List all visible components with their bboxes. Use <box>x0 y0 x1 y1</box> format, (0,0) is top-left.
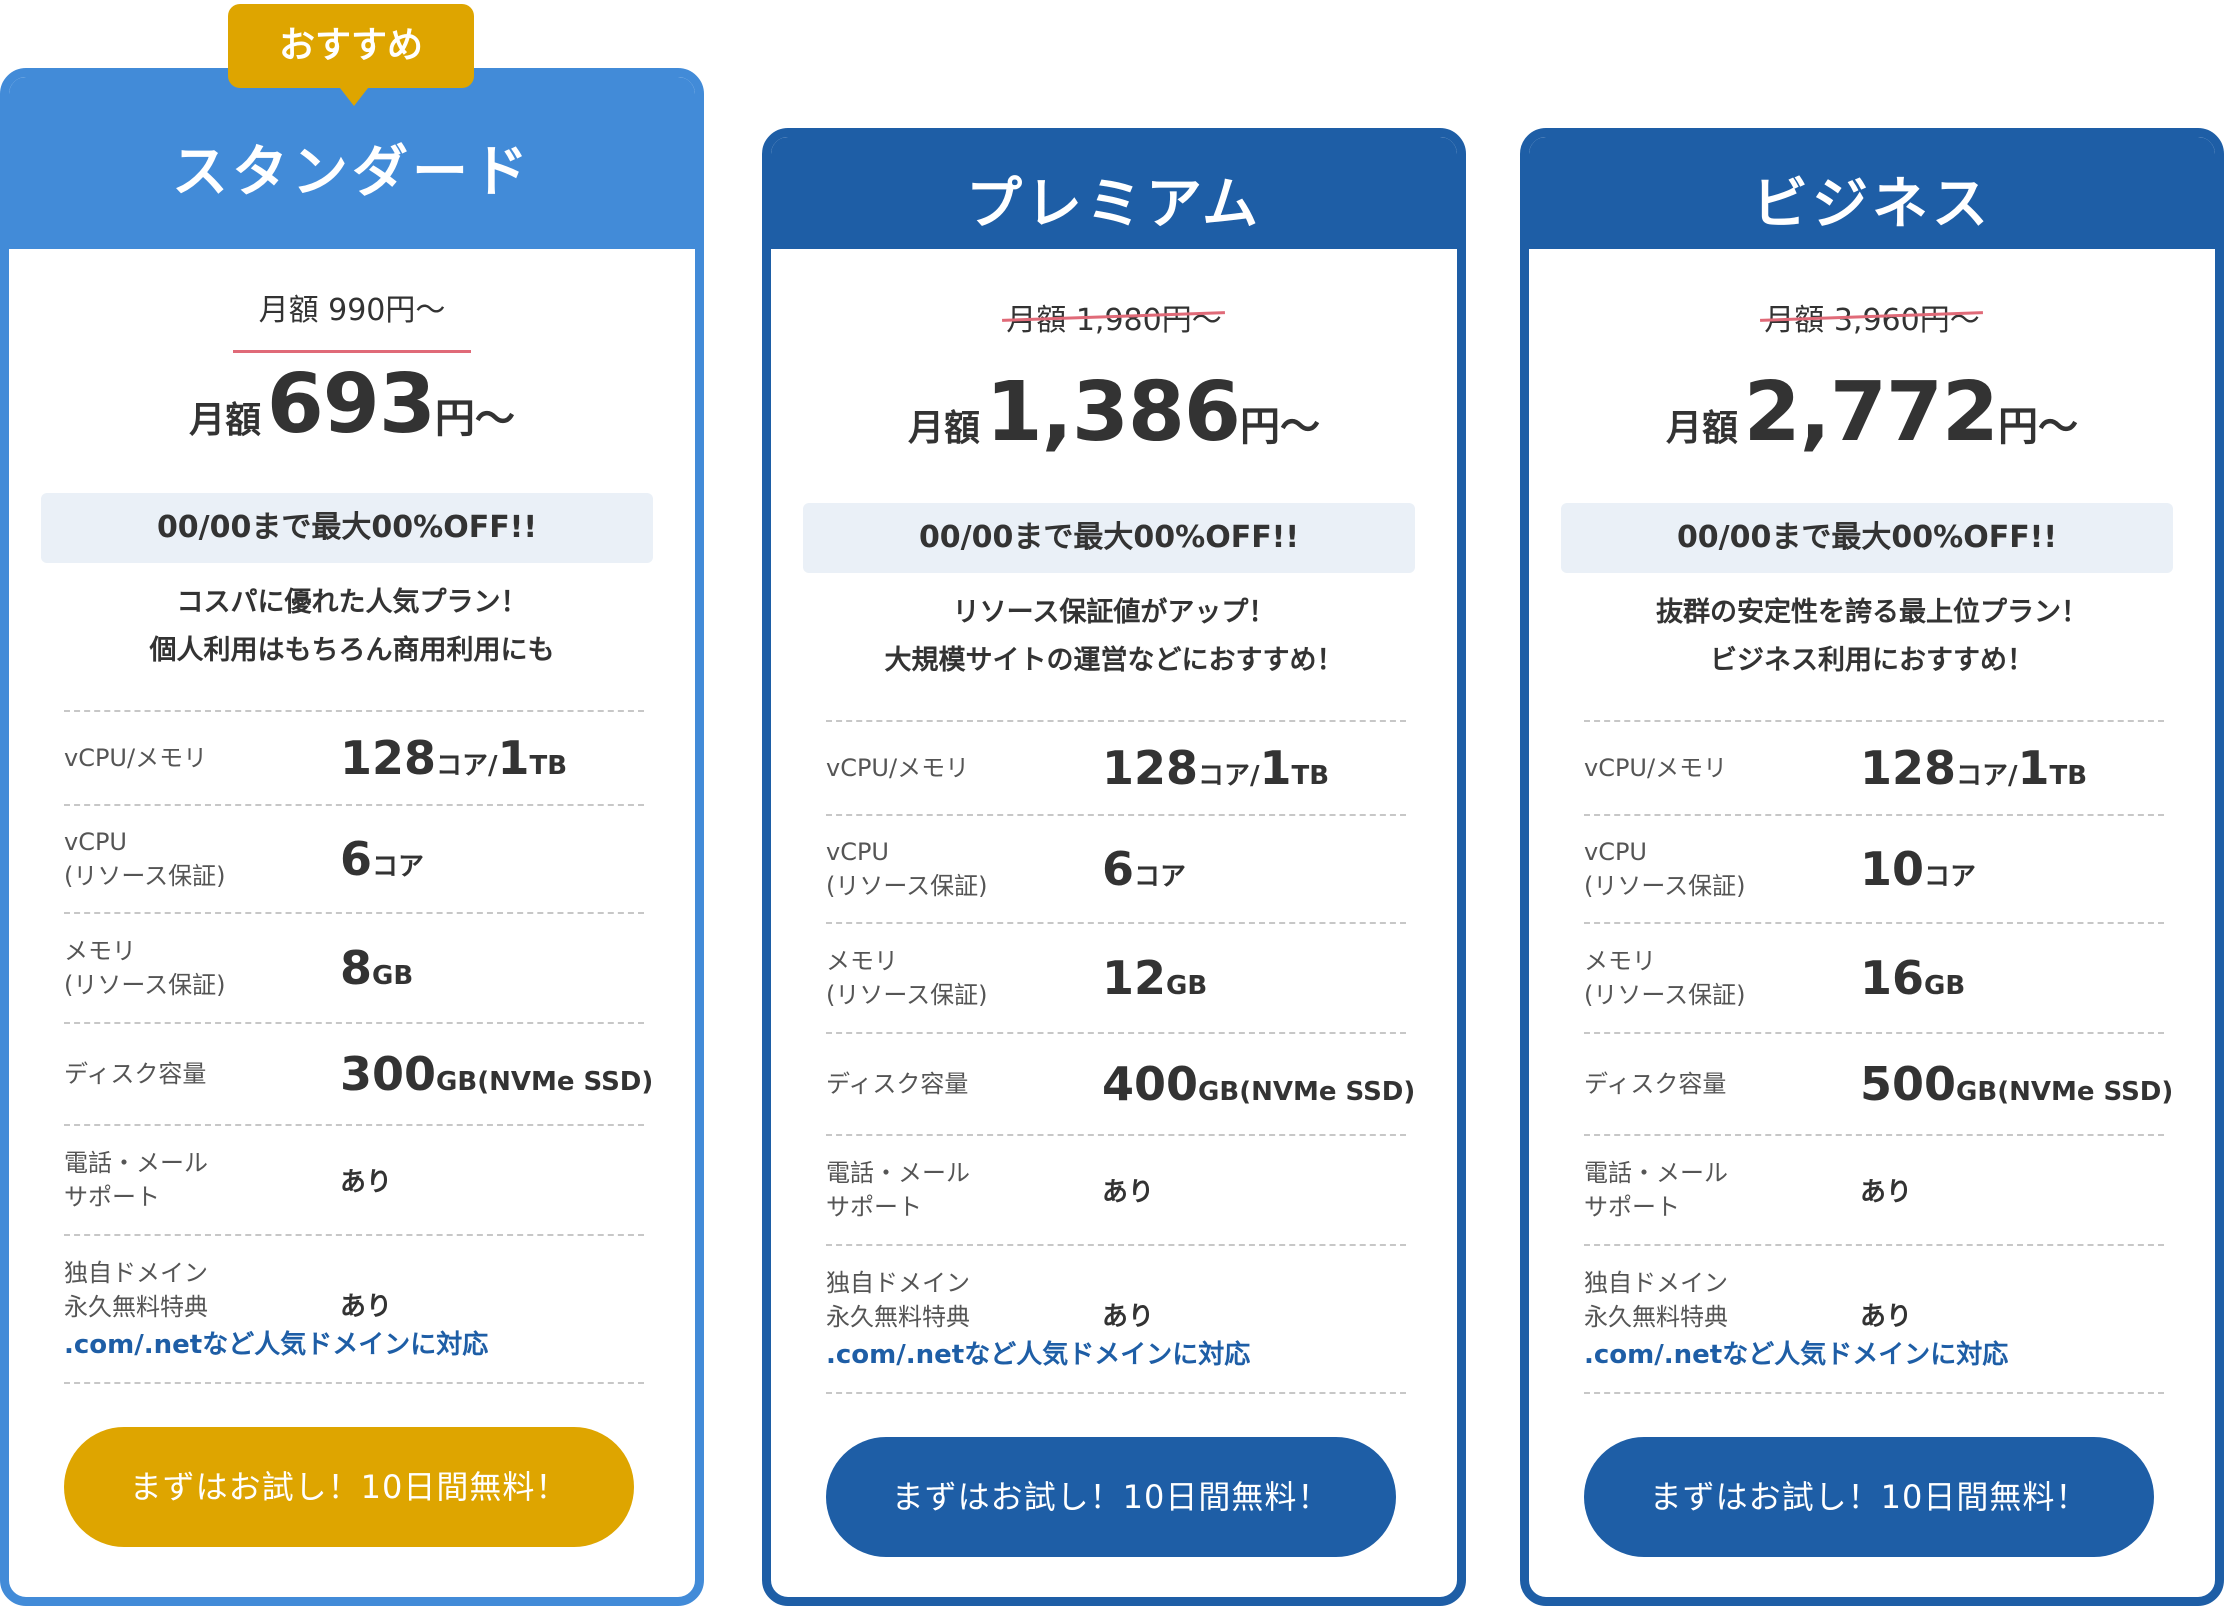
domain-note: .com/.netなど人気ドメインに対応 <box>826 1340 1251 1370</box>
recommended-badge: おすすめ <box>228 4 474 106</box>
spec-row-domain: 独自ドメイン 永久無料特典 あり .com/.netなど人気ドメインに対応 <box>826 1244 1406 1394</box>
spec-row-domain: 独自ドメイン 永久無料特典 あり .com/.netなど人気ドメインに対応 <box>64 1234 644 1384</box>
spec-row-memory: メモリ (リソース保証) 16GB <box>1584 922 2164 1032</box>
free-trial-button[interactable]: まずはお試し！10日間無料！ <box>826 1437 1396 1557</box>
promo-banner: 00/00まで最大00%OFF!! <box>803 503 1415 573</box>
plan-name: ビジネス <box>1752 172 1992 237</box>
spec-row-vcpu: vCPU (リソース保証) 6コア <box>64 804 644 912</box>
spec-row-cpu-memory: vCPU/メモリ 128コア/1TB <box>826 720 1406 814</box>
price-amount: 2,772 <box>1743 365 1999 460</box>
spec-table: vCPU/メモリ 128コア/1TB vCPU (リソース保証) 10コア メモリ… <box>1584 720 2173 1394</box>
spec-row-support: 電話・メール サポート あり <box>1584 1134 2164 1244</box>
plan-description: リソース保証値がアップ！ 大規模サイトの運営などにおすすめ！ <box>884 597 1344 676</box>
spec-row-vcpu: vCPU (リソース保証) 10コア <box>1584 814 2164 922</box>
plan-card-premium: プレミアム 月額 1,980円〜 月額 1,386円〜 00/00まで最大00%… <box>762 128 1466 1606</box>
domain-note: .com/.netなど人気ドメインに対応 <box>1584 1340 2009 1370</box>
spec-table: vCPU/メモリ 128コア/1TB vCPU (リソース保証) 6コア メモリ(… <box>826 720 1415 1394</box>
price-amount: 693 <box>266 357 436 452</box>
spec-row-memory: メモリ (リソース保証) 8GB <box>64 912 644 1022</box>
price-amount: 1,386 <box>985 365 1241 460</box>
original-price: 月額 990円〜 <box>9 285 695 353</box>
plan-header: ビジネス <box>1529 137 2215 249</box>
plan-description: コスパに優れた人気プラン！ 個人利用はもちろん商用利用にも <box>149 587 555 666</box>
price-suffix: 円〜 <box>434 396 515 442</box>
current-price: 月額 1,386円〜 <box>771 365 1457 460</box>
plan-card-business: ビジネス 月額 3,960円〜 月額 2,772円〜 00/00まで最大00%O… <box>1520 128 2224 1606</box>
promo-banner: 00/00まで最大00%OFF!! <box>1561 503 2173 573</box>
spec-row-disk: ディスク容量 400GB(NVMe SSD) <box>826 1032 1415 1134</box>
spec-row-vcpu: vCPU (リソース保証) 6コア <box>826 814 1406 922</box>
promo-banner: 00/00まで最大00%OFF!! <box>41 493 653 563</box>
original-price: 月額 3,960円〜 <box>1529 295 2215 339</box>
price-prefix: 月額 <box>1666 408 1739 449</box>
spec-row-domain: 独自ドメイン 永久無料特典 あり .com/.netなど人気ドメインに対応 <box>1584 1244 2164 1394</box>
plan-header: プレミアム <box>771 137 1457 249</box>
spec-row-support: 電話・メール サポート あり <box>826 1134 1406 1244</box>
price-prefix: 月額 <box>189 400 262 441</box>
plan-description: 抜群の安定性を誇る最上位プラン！ ビジネス利用におすすめ！ <box>1656 597 2088 676</box>
price-prefix: 月額 <box>908 408 981 449</box>
free-trial-button[interactable]: まずはお試し！10日間無料！ <box>64 1427 634 1547</box>
original-price: 月額 1,980円〜 <box>771 295 1457 339</box>
current-price: 月額 2,772円〜 <box>1529 365 2215 460</box>
spec-table: vCPU/メモリ 128コア/1TB vCPU (リソース保証) 6コア メモリ(… <box>64 710 653 1384</box>
spec-row-memory: メモリ (リソース保証) 12GB <box>826 922 1406 1032</box>
price-suffix: 円〜 <box>1239 404 1320 450</box>
domain-note: .com/.netなど人気ドメインに対応 <box>64 1330 489 1360</box>
spec-row-disk: ディスク容量 300GB(NVMe SSD) <box>64 1022 653 1124</box>
plan-card-standard: スタンダード 月額 990円〜 月額 693円〜 00/00まで最大00%OFF… <box>0 68 704 1606</box>
spec-row-cpu-memory: vCPU/メモリ 128コア/1TB <box>1584 720 2164 814</box>
plan-name: スタンダード <box>172 140 532 205</box>
current-price: 月額 693円〜 <box>9 357 695 452</box>
free-trial-button[interactable]: まずはお試し！10日間無料！ <box>1584 1437 2154 1557</box>
price-suffix: 円〜 <box>1997 404 2078 450</box>
spec-row-cpu-memory: vCPU/メモリ 128コア/1TB <box>64 710 644 804</box>
plan-name: プレミアム <box>965 172 1263 237</box>
spec-row-support: 電話・メール サポート あり <box>64 1124 644 1234</box>
spec-row-disk: ディスク容量 500GB(NVMe SSD) <box>1584 1032 2173 1134</box>
